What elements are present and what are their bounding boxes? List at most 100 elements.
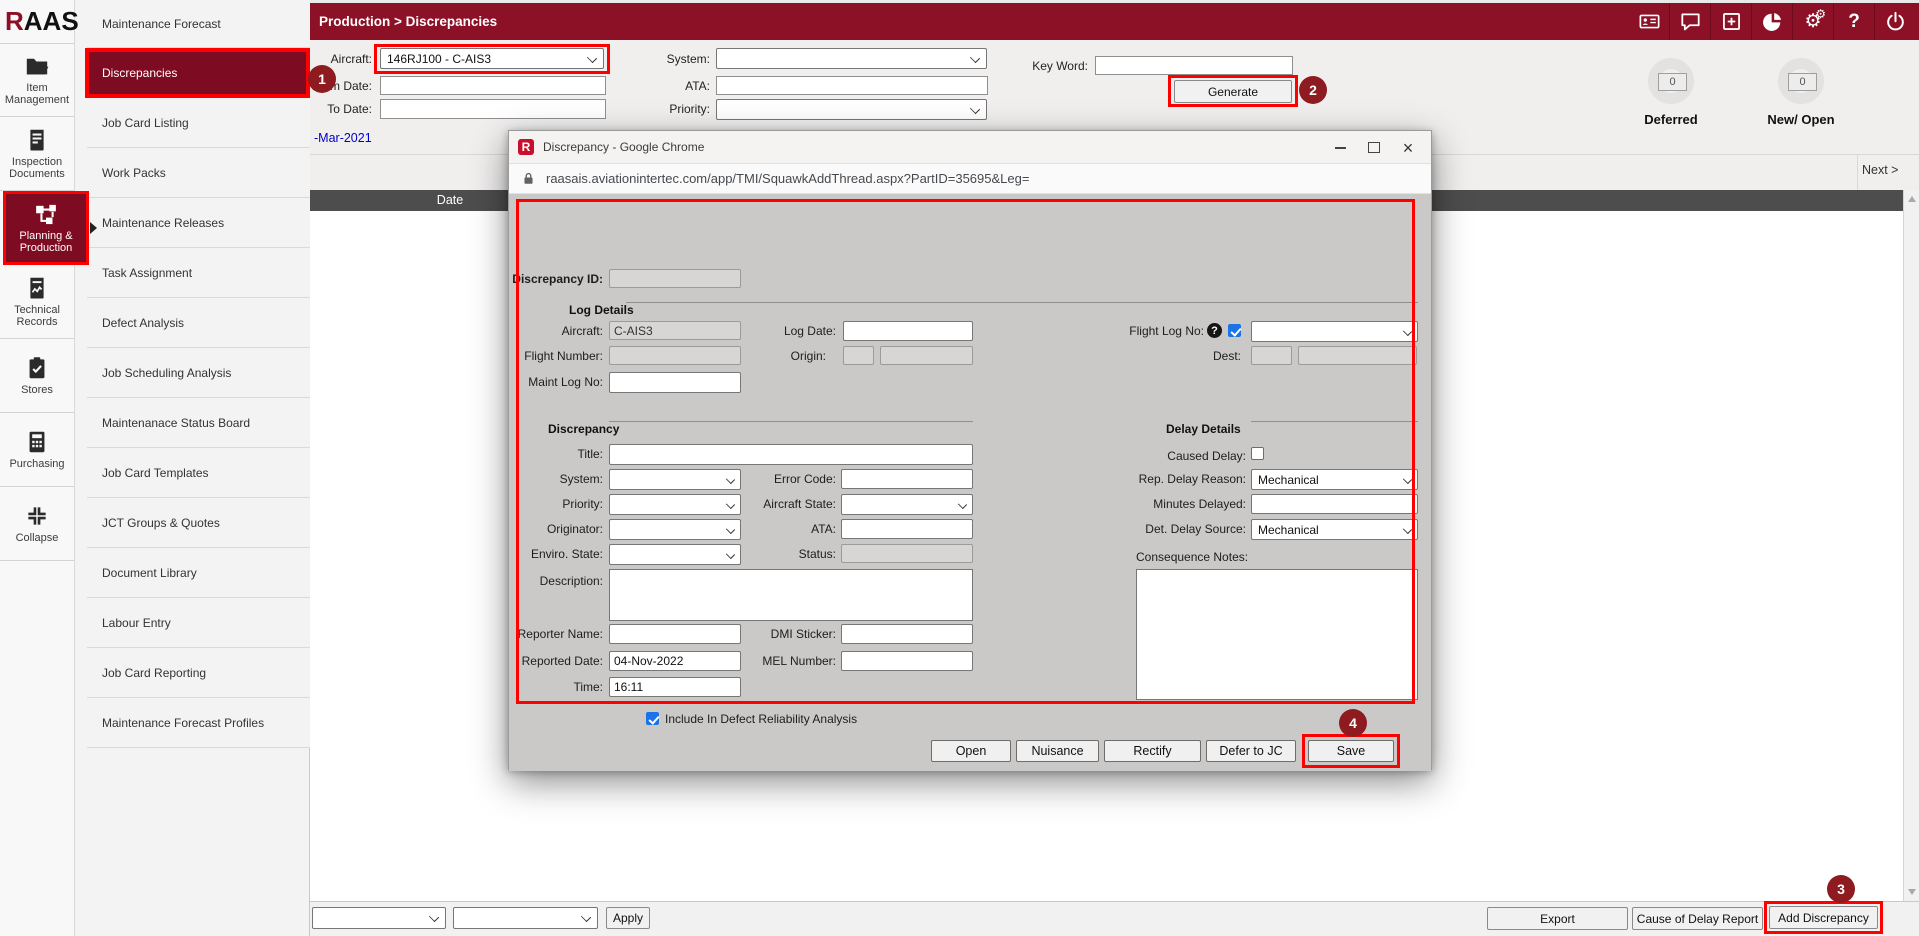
time-field[interactable]: 16:11 xyxy=(609,677,741,697)
keyword-input[interactable] xyxy=(1095,56,1293,75)
date-link[interactable]: -Mar-2021 xyxy=(314,131,372,145)
ata-filter-input[interactable] xyxy=(716,76,988,95)
menu-item-task-assignment[interactable]: Task Assignment xyxy=(87,248,310,298)
help-icon[interactable]: ? xyxy=(1207,323,1222,338)
section-header-log-details: Log Details xyxy=(569,303,634,317)
help-icon: ? xyxy=(1848,11,1860,33)
dest-label: Dest: xyxy=(1091,349,1241,363)
maximize-button[interactable] xyxy=(1357,131,1391,164)
menu-item-document-library[interactable]: Document Library xyxy=(87,548,310,598)
vertical-scrollbar[interactable] xyxy=(1903,190,1919,901)
annotation-step-3: 3 xyxy=(1827,875,1855,903)
divider xyxy=(1857,155,1858,190)
sidebar-item-label: Stores xyxy=(2,384,72,396)
system-filter-select[interactable] xyxy=(716,48,987,69)
menu-item-job-card-reporting[interactable]: Job Card Reporting xyxy=(87,648,310,698)
pie-chart-icon xyxy=(1762,11,1783,32)
export-button[interactable]: Export xyxy=(1487,907,1628,930)
scroll-down-icon[interactable] xyxy=(1908,889,1916,895)
header-id-card-icon[interactable] xyxy=(1629,3,1669,40)
header-power-icon[interactable] xyxy=(1874,3,1915,40)
to-date-input[interactable] xyxy=(380,99,606,119)
priority-filter-select[interactable] xyxy=(716,99,987,120)
discrepancy-id-field xyxy=(609,269,741,288)
nuisance-button[interactable]: Nuisance xyxy=(1016,740,1099,762)
open-button[interactable]: Open xyxy=(931,740,1011,762)
ata-field[interactable] xyxy=(841,519,973,539)
scroll-up-icon[interactable] xyxy=(1908,196,1916,202)
menu-item-work-packs[interactable]: Work Packs xyxy=(87,148,310,198)
bottom-filter2-select[interactable] xyxy=(453,907,598,929)
apply-button[interactable]: Apply xyxy=(606,907,650,929)
add-discrepancy-button[interactable]: Add Discrepancy xyxy=(1769,906,1878,929)
rectify-button[interactable]: Rectify xyxy=(1104,740,1201,762)
annotation-step-1: 1 xyxy=(308,65,336,93)
sidebar-item-stores[interactable]: Stores xyxy=(0,339,74,413)
chevron-down-icon xyxy=(1403,524,1412,533)
title-field[interactable] xyxy=(609,444,973,465)
det-delay-source-field[interactable]: Mechanical xyxy=(1251,519,1418,540)
cause-of-delay-report-button[interactable]: Cause of Delay Report xyxy=(1632,907,1763,930)
header-help-icon[interactable]: ? xyxy=(1833,3,1874,40)
menu-item-labour-entry[interactable]: Labour Entry xyxy=(87,598,310,648)
menu-item-jct-groups-quotes[interactable]: JCT Groups & Quotes xyxy=(87,498,310,548)
header-chat-icon[interactable] xyxy=(1669,3,1710,40)
defer-to-jc-button[interactable]: Defer to JC xyxy=(1206,740,1296,762)
raas-favicon: R xyxy=(518,139,534,155)
flight-log-no-field[interactable] xyxy=(1251,321,1418,342)
menu-item-defect-analysis[interactable]: Defect Analysis xyxy=(87,298,310,348)
minimize-button[interactable] xyxy=(1323,131,1357,164)
menu-item-maintenance-releases[interactable]: Maintenance Releases xyxy=(87,198,310,248)
maint-log-no-field[interactable] xyxy=(609,372,741,393)
breadcrumb: Production > Discrepancies xyxy=(319,14,497,29)
header-pie-chart-icon[interactable] xyxy=(1751,3,1792,40)
bottom-filter1-select[interactable] xyxy=(312,907,446,929)
popup-title-bar[interactable]: R Discrepancy - Google Chrome × xyxy=(509,131,1431,164)
sidebar-item-label: Item Management xyxy=(2,82,72,106)
flight-log-no-checkbox[interactable] xyxy=(1228,324,1241,337)
log-date-field[interactable] xyxy=(843,321,973,341)
header-new-window-icon[interactable] xyxy=(1710,3,1751,40)
caused-delay-checkbox[interactable] xyxy=(1251,447,1264,460)
dmi-sticker-field[interactable] xyxy=(841,624,973,644)
header-gears-icon[interactable]: ⚙⚙ xyxy=(1792,3,1833,40)
menu-item-job-card-listing[interactable]: Job Card Listing xyxy=(87,98,310,148)
menu-item-discrepancies[interactable]: Discrepancies xyxy=(85,48,310,98)
consequence-notes-field[interactable] xyxy=(1136,569,1418,700)
minutes-delayed-field[interactable] xyxy=(1251,494,1418,514)
description-field[interactable] xyxy=(609,569,973,621)
sidebar-item-planning-production[interactable]: Planning & Production xyxy=(3,191,89,265)
chat-icon xyxy=(1680,11,1701,32)
close-button[interactable]: × xyxy=(1391,131,1425,164)
gauge-value: 0 xyxy=(1788,73,1817,91)
generate-button[interactable]: Generate xyxy=(1174,80,1292,103)
save-button[interactable]: Save xyxy=(1308,740,1394,762)
raas-logo[interactable]: RAAS xyxy=(5,6,79,37)
sidebar-item-purchasing[interactable]: Purchasing xyxy=(0,413,74,487)
include-reliability-checkbox[interactable] xyxy=(646,712,659,725)
next-page-link[interactable]: Next > xyxy=(1862,163,1907,177)
keyword-filter-label: Key Word: xyxy=(988,59,1088,73)
mel-number-field[interactable] xyxy=(841,651,973,671)
aircraft-filter-select[interactable]: 146RJ100 - C-AIS3 xyxy=(380,48,604,69)
sidebar-item-technical-records[interactable]: Technical Records xyxy=(0,265,74,339)
menu-item-job-card-templates[interactable]: Job Card Templates xyxy=(87,448,310,498)
gauge-label: Deferred xyxy=(1626,112,1716,127)
menu-item-maintenance-forecast[interactable]: Maintenance Forecast xyxy=(87,0,310,48)
menu-item-maintenanace-status-board[interactable]: Maintenanace Status Board xyxy=(87,398,310,448)
menu-item-job-scheduling-analysis[interactable]: Job Scheduling Analysis xyxy=(87,348,310,398)
discrepancy-popup-window: R Discrepancy - Google Chrome × raasais.… xyxy=(508,130,1432,770)
aircraft-state-field[interactable] xyxy=(841,494,973,515)
sidebar-item-item-management[interactable]: Item Management xyxy=(0,43,74,117)
priority-filter-label: Priority: xyxy=(600,102,710,116)
new-window-icon xyxy=(1721,11,1742,32)
caused-delay-label: Caused Delay: xyxy=(1096,449,1246,463)
error-code-field[interactable] xyxy=(841,469,973,489)
sidebar-item-collapse[interactable]: Collapse xyxy=(0,487,74,561)
chevron-down-icon xyxy=(587,52,597,62)
sidebar-item-inspection-documents[interactable]: Inspection Documents xyxy=(0,117,74,191)
rep-delay-reason-field[interactable]: Mechanical xyxy=(1251,469,1418,490)
menu-item-maintenance-forecast-profiles[interactable]: Maintenance Forecast Profiles xyxy=(87,698,310,748)
from-date-input[interactable] xyxy=(380,76,606,95)
technical-records-icon xyxy=(25,276,49,300)
